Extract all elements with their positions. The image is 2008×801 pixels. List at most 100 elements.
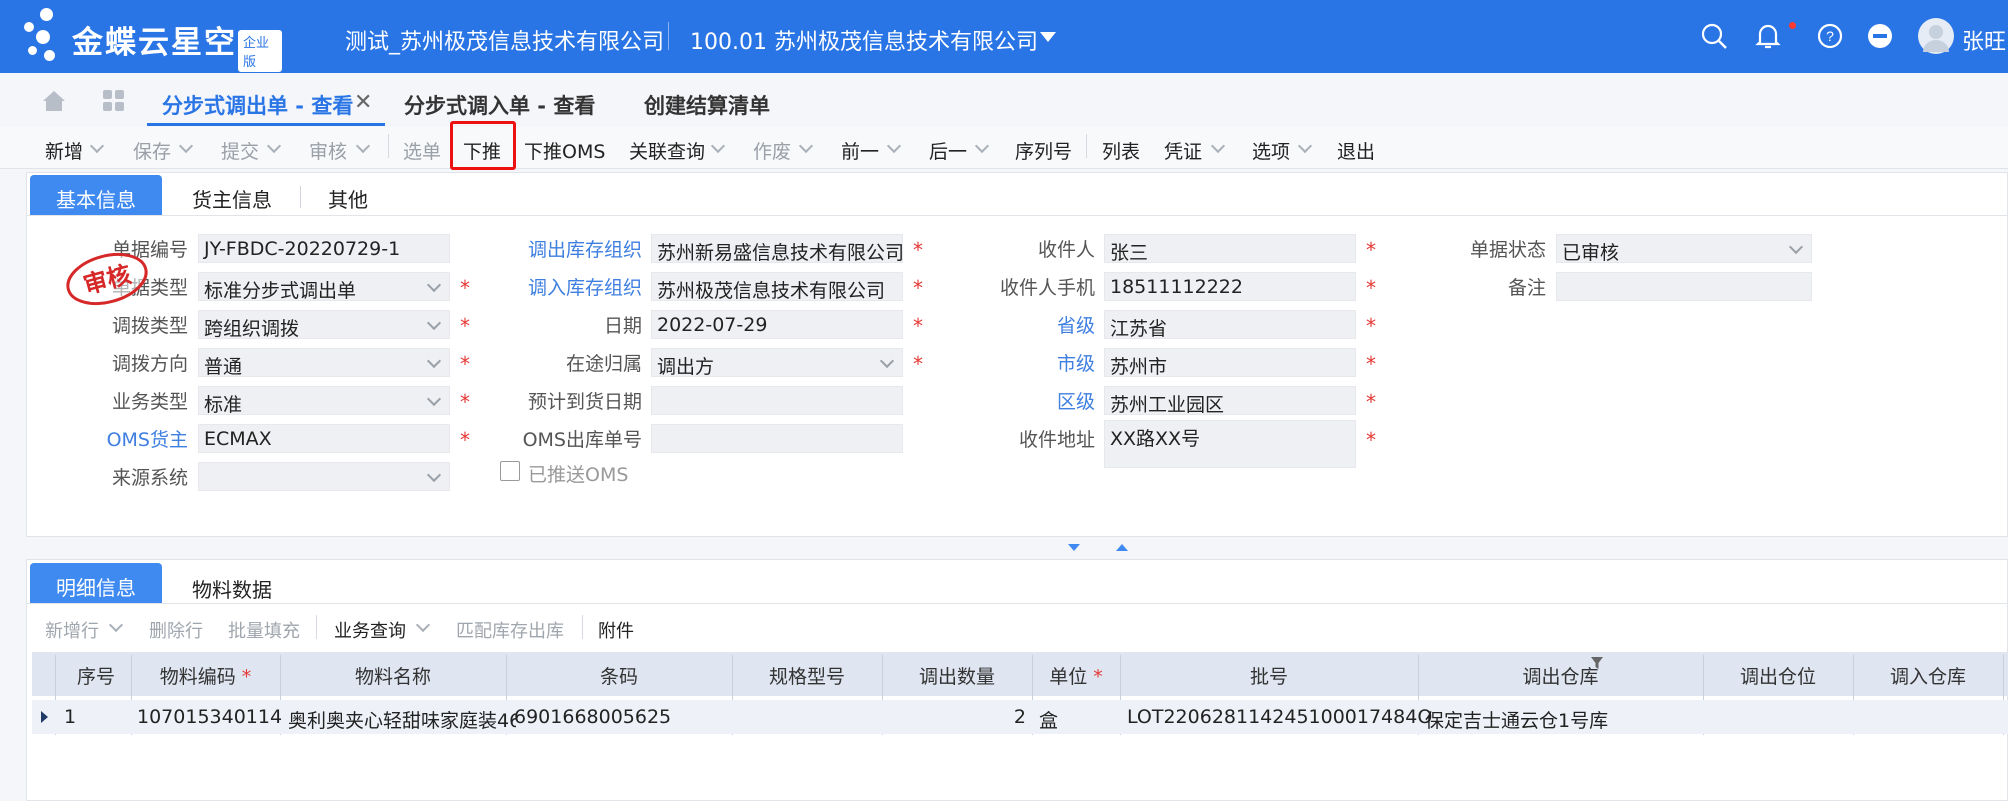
user-name[interactable]: 张旺 — [1962, 24, 2006, 56]
bill-no-field[interactable]: JY-FBDC-20220729-1 — [198, 234, 450, 263]
bill-status-label: 单据状态 — [1469, 239, 1546, 261]
tab-underline — [26, 603, 2008, 604]
void-button[interactable]: 作废 — [753, 137, 791, 164]
avatar[interactable] — [1918, 18, 1954, 54]
col-unit[interactable]: 单位 * — [1032, 662, 1120, 689]
source-system-select[interactable] — [198, 462, 450, 491]
chevron-down-icon[interactable] — [1040, 32, 1056, 42]
remark-field[interactable] — [1556, 272, 1812, 301]
tab-detail-info[interactable]: 明细信息 — [30, 563, 162, 603]
cell-lot[interactable]: LOT220628114245100017484O — [1127, 706, 1432, 728]
required-mark: * — [913, 238, 923, 262]
home-icon[interactable] — [41, 89, 67, 113]
recipient-field[interactable]: 张三 — [1104, 234, 1356, 263]
cell-unit[interactable]: 盒 — [1039, 706, 1058, 733]
recipient-label: 收件人 — [1037, 239, 1095, 261]
col-spec[interactable]: 规格型号 — [732, 662, 882, 689]
submit-button[interactable]: 提交 — [221, 137, 259, 164]
col-material-code[interactable]: 物料编码 * — [131, 662, 280, 689]
cell-barcode[interactable]: 6901668005625 — [514, 706, 671, 728]
col-lot[interactable]: 批号 — [1120, 662, 1418, 689]
date-field[interactable]: 2022-07-29 — [651, 310, 903, 339]
tab-transfer-in-view[interactable]: 分步式调入单 - 查看 — [404, 90, 595, 120]
col-in-warehouse[interactable]: 调入仓库 — [1853, 662, 2003, 689]
related-query-button[interactable]: 关联查询 — [629, 137, 705, 164]
org-selector[interactable]: 100.01 苏州极茂信息技术有限公司 — [690, 24, 1038, 56]
oms-owner-field[interactable]: ECMAX — [198, 424, 450, 453]
out-stock-org-field[interactable]: 苏州新易盛信息技术有限公司 — [651, 234, 903, 263]
business-type-select[interactable]: 标准 — [198, 386, 450, 415]
cell-material-name[interactable]: 奥利奥夹心轻甜味家庭装46 — [288, 706, 516, 733]
transfer-type-select[interactable]: 跨组织调拨 — [198, 310, 450, 339]
col-out-location[interactable]: 调出仓位 — [1703, 662, 1853, 689]
exit-button[interactable]: 退出 — [1337, 137, 1375, 164]
required-mark: * — [1366, 314, 1376, 338]
push-down-oms-button[interactable]: 下推OMS — [524, 137, 605, 164]
apps-grid-icon[interactable] — [102, 89, 126, 113]
new-button[interactable]: 新增 — [45, 137, 83, 164]
col-barcode[interactable]: 条码 — [506, 662, 732, 689]
oms-outbound-no-field[interactable] — [651, 424, 903, 453]
tab-basic-info[interactable]: 基本信息 — [30, 175, 162, 215]
voucher-button[interactable]: 凭证 — [1164, 137, 1202, 164]
delete-row-button[interactable]: 删除行 — [149, 617, 203, 643]
pushed-oms-checkbox[interactable] — [500, 461, 520, 481]
match-stock-out-button[interactable]: 匹配库存出库 — [456, 617, 564, 643]
options-button[interactable]: 选项 — [1252, 137, 1290, 164]
minus-circle-icon[interactable] — [1866, 22, 1894, 50]
recipient-phone-field[interactable]: 18511112222 — [1104, 272, 1356, 301]
org-name[interactable]: 测试_苏州极茂信息技术有限公司 — [345, 24, 664, 56]
app-logo[interactable]: 金蝶云星空 企业版 — [22, 8, 282, 72]
in-stock-org-field[interactable]: 苏州极茂信息技术有限公司 — [651, 272, 903, 301]
tab-owner-info[interactable]: 货主信息 — [192, 184, 272, 213]
province-field[interactable]: 江苏省 — [1104, 310, 1356, 339]
audit-button[interactable]: 审核 — [309, 137, 347, 164]
cell-out-qty[interactable]: 2 — [882, 706, 1026, 728]
district-field[interactable]: 苏州工业园区 — [1104, 386, 1356, 415]
col-out-qty[interactable]: 调出数量 — [882, 662, 1032, 689]
cell-seq[interactable]: 1 — [64, 706, 76, 728]
business-query-button[interactable]: 业务查询 — [334, 617, 406, 643]
add-row-button[interactable]: 新增行 — [45, 617, 99, 643]
province-label[interactable]: 省级 — [960, 311, 1095, 338]
tab-other[interactable]: 其他 — [328, 184, 368, 213]
oms-owner-label[interactable]: OMS货主 — [70, 425, 188, 452]
batch-fill-button[interactable]: 批量填充 — [228, 617, 300, 643]
in-stock-org-label[interactable]: 调入库存组织 — [500, 273, 642, 300]
previous-button[interactable]: 前一 — [841, 137, 879, 164]
select-bill-button[interactable]: 选单 — [403, 137, 441, 164]
search-icon[interactable] — [1700, 22, 1728, 50]
next-button[interactable]: 后一 — [929, 137, 967, 164]
list-button[interactable]: 列表 — [1102, 137, 1140, 164]
tab-create-settlement[interactable]: 创建结算清单 — [644, 90, 770, 120]
col-out-warehouse[interactable]: 调出仓库 — [1418, 662, 1703, 689]
help-icon[interactable]: ? — [1816, 22, 1844, 50]
cell-material-code[interactable]: 107015340114 — [137, 706, 282, 728]
bill-type-select[interactable]: 标准分步式调出单 — [198, 272, 450, 301]
tab-material-data[interactable]: 物料数据 — [192, 574, 272, 603]
district-label[interactable]: 区级 — [960, 387, 1095, 414]
required-mark: * — [1366, 238, 1376, 262]
transfer-direction-select[interactable]: 普通 — [198, 348, 450, 377]
address-field[interactable]: XX路XX号 — [1104, 420, 1356, 468]
collapse-down-icon[interactable] — [1068, 544, 1080, 551]
serial-number-button[interactable]: 序列号 — [1015, 137, 1072, 164]
bell-icon[interactable] — [1754, 22, 1782, 50]
filter-icon[interactable] — [1590, 656, 1604, 670]
attachment-button[interactable]: 附件 — [598, 617, 634, 643]
city-field[interactable]: 苏州市 — [1104, 348, 1356, 377]
expected-arrival-field[interactable] — [651, 386, 903, 415]
row-pointer-icon — [41, 711, 48, 723]
col-seq[interactable]: 序号 — [60, 662, 132, 689]
in-transit-owner-select[interactable]: 调出方 — [651, 348, 903, 377]
col-material-name[interactable]: 物料名称 — [280, 662, 506, 689]
close-icon[interactable]: ✕ — [354, 90, 372, 115]
required-mark: * — [1366, 352, 1376, 376]
tab-transfer-out-view[interactable]: 分步式调出单 - 查看 — [162, 90, 353, 120]
save-button[interactable]: 保存 — [133, 137, 171, 164]
cell-out-warehouse[interactable]: 保定吉士通云仓1号库 — [1425, 706, 1608, 733]
city-label[interactable]: 市级 — [960, 349, 1095, 376]
out-stock-org-label[interactable]: 调出库存组织 — [500, 235, 642, 262]
bill-status-select[interactable]: 已审核 — [1556, 234, 1812, 263]
collapse-up-icon[interactable] — [1116, 544, 1128, 551]
